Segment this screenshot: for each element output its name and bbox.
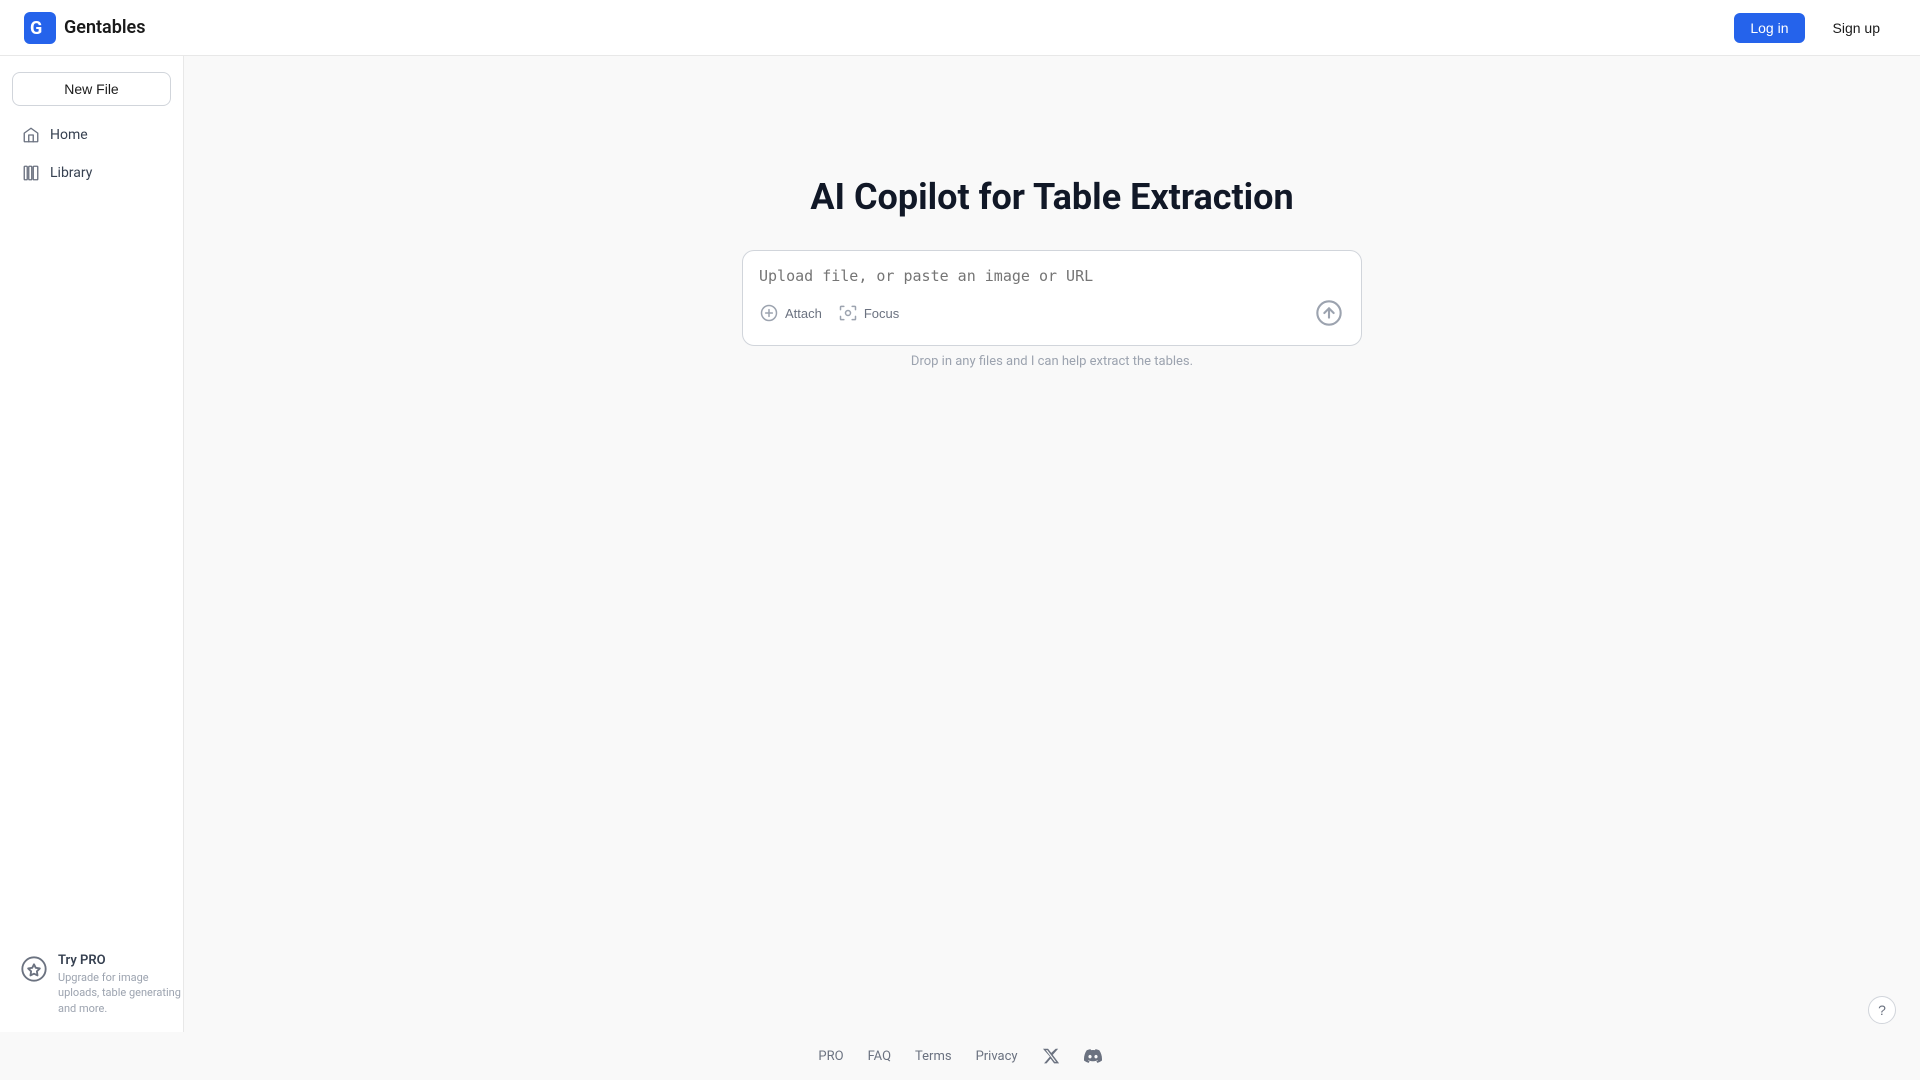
input-container: Attach Focus xyxy=(742,250,1362,346)
app-body: New File Home Library AI Copilot for Tab… xyxy=(0,56,1920,1080)
focus-icon xyxy=(838,303,858,323)
input-left-actions: Attach Focus xyxy=(759,303,899,323)
footer-privacy-link[interactable]: Privacy xyxy=(976,1049,1018,1064)
submit-button[interactable] xyxy=(1313,297,1345,329)
header: G Gentables Log in Sign up xyxy=(0,0,1920,56)
discord-icon[interactable] xyxy=(1084,1047,1102,1065)
sidebar-item-home-label: Home xyxy=(50,127,88,143)
attach-button[interactable]: Attach xyxy=(759,303,822,323)
sidebar-item-library-label: Library xyxy=(50,165,92,181)
focus-button[interactable]: Focus xyxy=(838,303,899,323)
footer-faq-link[interactable]: FAQ xyxy=(868,1049,891,1064)
header-actions: Log in Sign up xyxy=(1734,13,1896,43)
footer: PRO FAQ Terms Privacy xyxy=(0,1032,1920,1080)
drop-hint: Drop in any files and I can help extract… xyxy=(911,354,1193,369)
footer-terms-link[interactable]: Terms xyxy=(915,1049,952,1064)
new-file-button[interactable]: New File xyxy=(12,72,171,106)
focus-label: Focus xyxy=(864,306,899,321)
try-pro-section[interactable]: Try PRO Upgrade for image uploads, table… xyxy=(12,945,196,1024)
sidebar: New File Home Library xyxy=(0,56,184,1080)
login-button[interactable]: Log in xyxy=(1734,13,1804,43)
sidebar-item-home[interactable]: Home xyxy=(12,118,171,152)
input-actions: Attach Focus xyxy=(759,297,1345,329)
gentables-logo-icon: G xyxy=(24,12,56,44)
twitter-x-icon[interactable] xyxy=(1042,1047,1060,1065)
library-icon xyxy=(22,164,40,182)
logo-area: G Gentables xyxy=(24,12,145,44)
pro-description: Upgrade for image uploads, table generat… xyxy=(58,970,188,1016)
pro-title: Try PRO xyxy=(58,953,188,968)
attach-icon xyxy=(759,303,779,323)
help-button[interactable]: ? xyxy=(1868,996,1896,1024)
sidebar-item-library[interactable]: Library xyxy=(12,156,171,190)
pro-icon xyxy=(20,955,48,983)
main-content: AI Copilot for Table Extraction Attach xyxy=(184,56,1920,1080)
submit-icon xyxy=(1315,299,1343,327)
pro-text-area: Try PRO Upgrade for image uploads, table… xyxy=(58,953,188,1016)
attach-label: Attach xyxy=(785,306,822,321)
footer-pro-link[interactable]: PRO xyxy=(818,1049,843,1064)
upload-input[interactable] xyxy=(759,267,1345,285)
page-title: AI Copilot for Table Extraction xyxy=(810,176,1293,218)
svg-text:G: G xyxy=(30,18,42,39)
logo-text: Gentables xyxy=(64,17,145,38)
signup-button[interactable]: Sign up xyxy=(1817,13,1896,43)
home-icon xyxy=(22,126,40,144)
